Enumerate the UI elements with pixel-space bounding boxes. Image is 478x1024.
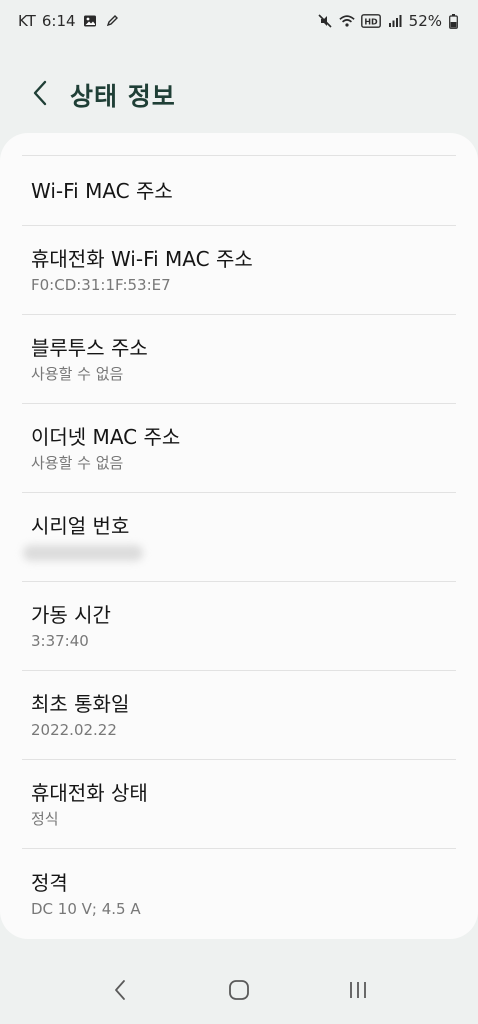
carrier-label: KT bbox=[18, 12, 36, 30]
item-value: DC 10 V; 4.5 A bbox=[31, 899, 141, 918]
recents-icon bbox=[347, 979, 369, 1005]
svg-text:HD: HD bbox=[364, 18, 378, 27]
status-bar: KT 6:14 HD 52% bbox=[0, 0, 478, 42]
item-value: 2022.02.22 bbox=[31, 721, 117, 739]
hd-icon: HD bbox=[360, 13, 381, 29]
navigation-bar bbox=[0, 960, 478, 1024]
status-left: KT 6:14 bbox=[18, 12, 120, 30]
chevron-left-icon bbox=[32, 80, 48, 110]
item-value: 사용할 수 없음 bbox=[31, 454, 124, 472]
list-item-phone-status[interactable]: 휴대전화 상태 정식 bbox=[22, 760, 456, 849]
image-icon bbox=[82, 13, 98, 29]
page-title: 상태 정보 bbox=[70, 82, 176, 111]
item-value: 정식 bbox=[31, 810, 59, 828]
list-item-wifi-mac[interactable]: Wi-Fi MAC 주소 bbox=[22, 156, 456, 226]
blurred-serial-value bbox=[23, 545, 143, 561]
nav-recents-button[interactable] bbox=[338, 972, 378, 1012]
item-title: 가동 시간 bbox=[31, 603, 111, 627]
list-item-bluetooth-address[interactable]: 블루투스 주소 사용할 수 없음 bbox=[22, 315, 456, 404]
list-item-ethernet-mac[interactable]: 이더넷 MAC 주소 사용할 수 없음 bbox=[22, 404, 456, 493]
nav-back-button[interactable] bbox=[100, 972, 140, 1012]
list-item-uptime[interactable]: 가동 시간 3:37:40 bbox=[22, 582, 456, 671]
item-title: Wi-Fi MAC 주소 bbox=[31, 178, 173, 203]
back-button[interactable] bbox=[26, 80, 54, 110]
list-item-phone-wifi-mac[interactable]: 휴대전화 Wi-Fi MAC 주소 F0:CD:31:1F:53:E7 bbox=[22, 226, 456, 315]
back-nav-icon bbox=[113, 979, 127, 1005]
battery-percent: 52% bbox=[408, 12, 442, 30]
item-title: 휴대전화 Wi-Fi MAC 주소 bbox=[31, 247, 253, 271]
clock: 6:14 bbox=[41, 12, 76, 30]
wifi-icon bbox=[339, 13, 355, 29]
item-title: 블루투스 주소 bbox=[31, 336, 148, 360]
status-right: HD 52% bbox=[317, 12, 458, 30]
app-header: 상태 정보 bbox=[0, 70, 478, 120]
pen-icon bbox=[104, 13, 120, 29]
nav-home-button[interactable] bbox=[219, 972, 259, 1012]
item-title: 이더넷 MAC 주소 bbox=[31, 425, 181, 449]
item-value: F0:CD:31:1F:53:E7 bbox=[31, 276, 171, 294]
battery-icon bbox=[448, 13, 458, 29]
list-item-rating[interactable]: 정격 DC 10 V; 4.5 A bbox=[22, 849, 456, 938]
status-info-card: Wi-Fi MAC 주소 휴대전화 Wi-Fi MAC 주소 F0:CD:31:… bbox=[0, 133, 478, 939]
item-title: 최초 통화일 bbox=[31, 692, 130, 716]
signal-icon bbox=[387, 13, 403, 29]
item-value: 사용할 수 없음 bbox=[31, 365, 124, 383]
item-title: 휴대전화 상태 bbox=[31, 781, 148, 805]
list-item-serial-number[interactable]: 시리얼 번호 bbox=[22, 493, 456, 582]
item-title: 정격 bbox=[31, 870, 68, 895]
item-value: 3:37:40 bbox=[31, 632, 89, 650]
home-icon bbox=[228, 979, 250, 1005]
mute-icon bbox=[317, 13, 333, 29]
item-title: 시리얼 번호 bbox=[31, 514, 130, 538]
info-list: Wi-Fi MAC 주소 휴대전화 Wi-Fi MAC 주소 F0:CD:31:… bbox=[0, 156, 478, 938]
list-item-first-call-date[interactable]: 최초 통화일 2022.02.22 bbox=[22, 671, 456, 760]
